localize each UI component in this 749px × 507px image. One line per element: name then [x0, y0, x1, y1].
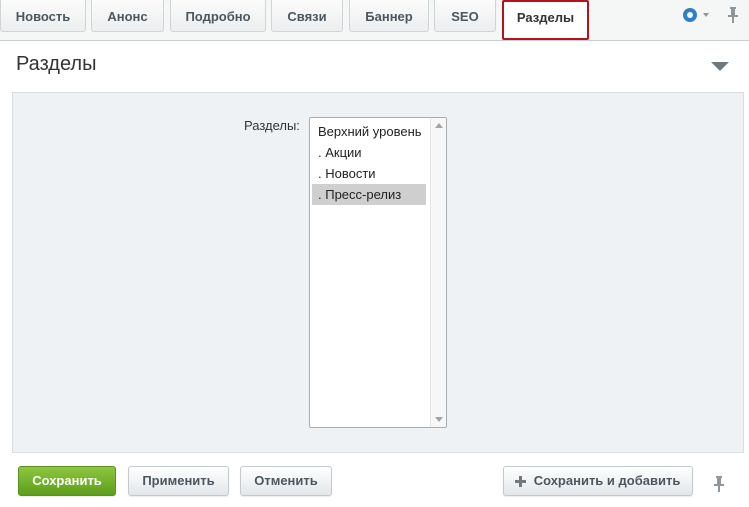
save-and-add-label: Сохранить и добавить [533, 473, 681, 488]
gear-icon[interactable] [683, 8, 697, 22]
list-item[interactable]: . Акции [312, 142, 426, 163]
section-title: Разделы [16, 53, 97, 75]
tab-sections[interactable]: Разделы [502, 0, 589, 40]
tab-links[interactable]: Связи [271, 0, 343, 32]
tab-label: SEO [451, 9, 479, 24]
sections-listbox[interactable]: Верхний уровень . Акции . Новости . Прес… [309, 117, 447, 428]
sections-field-label: Разделы: [244, 118, 300, 133]
list-item[interactable]: Верхний уровень [312, 121, 426, 142]
save-and-add-button[interactable]: Сохранить и добавить [503, 466, 693, 496]
chevron-down-icon[interactable] [703, 13, 709, 17]
scroll-down-icon[interactable] [435, 417, 443, 422]
tab-bar: Новость Анонс Подробно Связи Баннер SEO … [0, 0, 749, 41]
tab-news[interactable]: Новость [0, 0, 86, 32]
tab-label: Новость [15, 9, 71, 24]
tab-seo[interactable]: SEO [434, 0, 496, 32]
tab-label: Подробно [185, 9, 251, 24]
tab-label: Анонс [107, 9, 148, 24]
plus-icon [515, 476, 526, 487]
list-item[interactable]: . Новости [312, 163, 426, 184]
save-button[interactable]: Сохранить [18, 466, 116, 496]
tab-details[interactable]: Подробно [170, 0, 266, 32]
scroll-up-icon[interactable] [435, 123, 443, 128]
triangle-down-icon[interactable] [711, 62, 729, 71]
tab-label: Разделы [516, 10, 575, 25]
cancel-button[interactable]: Отменить [240, 466, 332, 496]
pin-icon[interactable] [713, 476, 725, 492]
apply-button[interactable]: Применить [128, 466, 229, 496]
tab-banner[interactable]: Баннер [349, 0, 429, 32]
list-item-selected[interactable]: . Пресс-релиз [312, 184, 426, 205]
pin-icon[interactable] [727, 7, 739, 23]
listbox-scrollbar[interactable] [430, 118, 446, 427]
tab-announce[interactable]: Анонс [91, 0, 164, 32]
tab-label: Баннер [365, 9, 413, 24]
tab-label: Связи [287, 9, 327, 24]
